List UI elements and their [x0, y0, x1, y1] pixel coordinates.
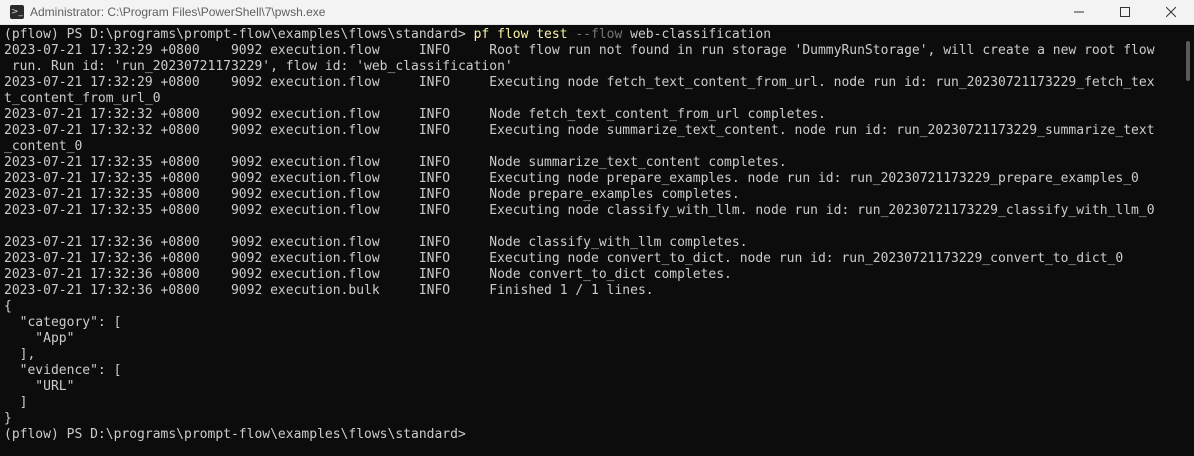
log-line: { [4, 299, 12, 314]
window-title: Administrator: C:\Program Files\PowerShe… [30, 5, 326, 19]
command-flag: --flow [575, 27, 623, 42]
log-line: 2023-07-21 17:32:36 +0800 9092 execution… [4, 251, 1124, 266]
prompt-line-bottom: (pflow) PS D:\programs\prompt-flow\examp… [4, 427, 466, 442]
log-line: _content_0 [4, 139, 83, 154]
log-line: "URL" [4, 379, 75, 394]
log-line: 2023-07-21 17:32:32 +0800 9092 execution… [4, 123, 1155, 138]
log-line: 2023-07-21 17:32:32 +0800 9092 execution… [4, 107, 826, 122]
maximize-icon [1120, 7, 1130, 17]
command-arg: web-classification [622, 27, 772, 42]
log-line: 2023-07-21 17:32:29 +0800 9092 execution… [4, 75, 1155, 90]
minimize-icon [1074, 11, 1084, 13]
log-line: 2023-07-21 17:32:35 +0800 9092 execution… [4, 203, 1155, 218]
log-line: "App" [4, 331, 75, 346]
log-line: ], [4, 347, 36, 362]
scrollbar-thumb[interactable] [1186, 41, 1190, 81]
close-button[interactable] [1148, 0, 1194, 24]
log-line: 2023-07-21 17:32:36 +0800 9092 execution… [4, 283, 654, 298]
log-line: 2023-07-21 17:32:35 +0800 9092 execution… [4, 171, 1139, 186]
maximize-button[interactable] [1102, 0, 1148, 24]
close-icon [1166, 7, 1176, 17]
terminal-output[interactable]: (pflow) PS D:\programs\prompt-flow\examp… [4, 27, 1180, 456]
vertical-scrollbar[interactable] [1184, 27, 1192, 452]
log-line: 2023-07-21 17:32:35 +0800 9092 execution… [4, 187, 740, 202]
log-line: run. Run id: 'run_20230721173229', flow … [4, 59, 513, 74]
terminal-window: >_ Administrator: C:\Program Files\Power… [0, 0, 1194, 456]
window-controls [1056, 0, 1194, 24]
log-line: } [4, 411, 12, 426]
log-output: 2023-07-21 17:32:29 +0800 9092 execution… [4, 43, 1180, 427]
minimize-button[interactable] [1056, 0, 1102, 24]
title-bar[interactable]: >_ Administrator: C:\Program Files\Power… [0, 0, 1194, 25]
log-line: 2023-07-21 17:32:36 +0800 9092 execution… [4, 235, 748, 250]
log-line: "category": [ [4, 315, 122, 330]
command-text: pf flow test [473, 27, 576, 42]
log-line: 2023-07-21 17:32:35 +0800 9092 execution… [4, 155, 787, 170]
log-line: t_content_from_url_0 [4, 91, 161, 106]
log-line: "evidence": [ [4, 363, 122, 378]
log-line: 2023-07-21 17:32:36 +0800 9092 execution… [4, 267, 732, 282]
prompt-prefix: (pflow) PS D:\programs\prompt-flow\examp… [4, 27, 474, 42]
log-line: 2023-07-21 17:32:29 +0800 9092 execution… [4, 43, 1155, 58]
prompt-line-top: (pflow) PS D:\programs\prompt-flow\examp… [4, 27, 1180, 43]
terminal-icon: >_ [10, 5, 24, 19]
log-line: ] [4, 395, 28, 410]
